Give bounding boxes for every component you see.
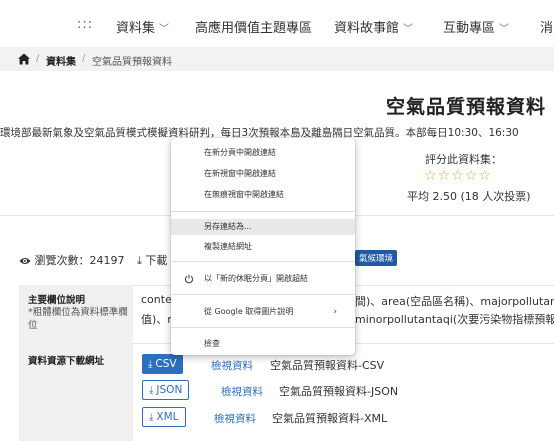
nav-item-data-stories[interactable]: 資料故事館 ﹀: [334, 17, 413, 36]
context-menu: 在新分頁中開啟連結 在新視窗中開啟連結 在無痕視窗中開啟連結 另存連結為... …: [171, 138, 355, 355]
csv-resource-name: 空氣品質預報資料-CSV: [270, 359, 385, 372]
json-download-button[interactable]: ⤓ JSON: [142, 380, 190, 400]
apps-menu-icon[interactable]: :::: [77, 17, 93, 32]
breadcrumb-datasets[interactable]: 資料集: [46, 53, 76, 68]
views-value: 24197: [89, 254, 125, 267]
xml-download-button[interactable]: ⤓ XML: [142, 407, 186, 427]
power-icon: [184, 274, 194, 284]
fields-text-left-1: conte: [141, 293, 172, 306]
fields-header-cell: 主要欄位說明 *粗體欄位為資料標準欄位: [19, 285, 133, 343]
menu-inspect[interactable]: 檢查: [171, 336, 355, 352]
view-count: 瀏覽次數：24197: [19, 252, 125, 268]
category-tag[interactable]: 氣候環境: [355, 250, 398, 266]
download-icon: ⤓: [149, 412, 154, 423]
menu-open-sleeping-tab[interactable]: 以「新的休眠分頁」開啟超結: [171, 271, 355, 287]
menu-separator: [171, 211, 355, 212]
nav-item-news[interactable]: 消息: [540, 17, 554, 36]
breadcrumb: / 資料集 / 空氣品質預報資料: [0, 48, 554, 71]
download-icon: ⤓: [137, 254, 142, 267]
download-label: 下載: [145, 254, 168, 267]
top-nav: ::: 資料集﹀ 高應用價值主題專區 資料故事館﹀ 互動專區﹀ 消息: [0, 0, 554, 48]
chevron-down-icon: ﹀: [499, 24, 510, 35]
csv-view-link[interactable]: 檢視資料: [211, 358, 253, 373]
home-icon[interactable]: [17, 52, 31, 66]
nav-item-datasets[interactable]: 資料集 ﹀: [116, 17, 169, 36]
fields-text-left-2: 值)、n: [141, 313, 175, 326]
fields-text-right-2: minorpollutantaqi(次要污染物指標預報值: [355, 313, 554, 326]
menu-save-link-as[interactable]: 另存連結為...: [171, 219, 355, 235]
menu-copy-link[interactable]: 複製連結網址: [171, 239, 355, 255]
chevron-down-icon: ﹀: [403, 24, 414, 35]
breadcrumb-separator: /: [36, 53, 40, 64]
nav-item-interactive[interactable]: 互動專區 ﹀: [443, 17, 509, 36]
menu-open-new-tab[interactable]: 在新分頁中開啟連結: [171, 145, 355, 161]
eye-icon: [19, 258, 31, 264]
menu-separator: [171, 261, 355, 262]
page-title: 空氣品質預報資料: [385, 96, 546, 118]
chevron-right-icon: ›: [333, 307, 337, 317]
menu-separator: [171, 327, 355, 328]
fields-text-right-1: 間)、area(空品區名稱)、majorpollutant(: [355, 295, 554, 308]
csv-download-button[interactable]: ⤓ CSV: [142, 354, 183, 374]
xml-view-link[interactable]: 檢視資料: [214, 411, 256, 426]
breadcrumb-current: 空氣品質預報資料: [92, 57, 172, 68]
fields-note: *粗體欄位為資料標準欄位: [28, 307, 128, 331]
views-label: 瀏覽次數：: [34, 254, 90, 267]
menu-open-new-window[interactable]: 在新視窗中開啟連結: [171, 166, 355, 182]
nav-item-high-value[interactable]: 高應用價值主題專區: [195, 17, 312, 36]
menu-google-image-description[interactable]: 從 Google 取得圖片說明 ›: [171, 304, 355, 320]
chevron-down-icon: ﹀: [159, 24, 170, 35]
xml-resource-name: 空氣品質預報資料-XML: [272, 412, 388, 425]
menu-separator: [171, 294, 355, 295]
fields-header: 主要欄位說明: [28, 295, 86, 306]
json-resource-name: 空氣品質預報資料-JSON: [279, 385, 399, 398]
menu-open-incognito[interactable]: 在無痕視窗中開啟連結: [171, 187, 355, 203]
download-icon: ⤓: [149, 385, 154, 396]
json-view-link[interactable]: 檢視資料: [221, 384, 263, 399]
breadcrumb-separator: /: [82, 53, 86, 64]
rating-label: 評分此資料集：: [425, 153, 502, 166]
resources-header-cell: 資料資源下載網址: [19, 343, 133, 441]
rating-average: 平均 2.50 (18 人次投票): [407, 190, 531, 203]
download-icon: ⤓: [148, 359, 153, 370]
resources-header: 資料資源下載網址: [28, 356, 105, 367]
rating-stars[interactable]: ☆☆☆☆☆: [424, 168, 492, 184]
download-count: ⤓ 下載: [137, 252, 167, 268]
